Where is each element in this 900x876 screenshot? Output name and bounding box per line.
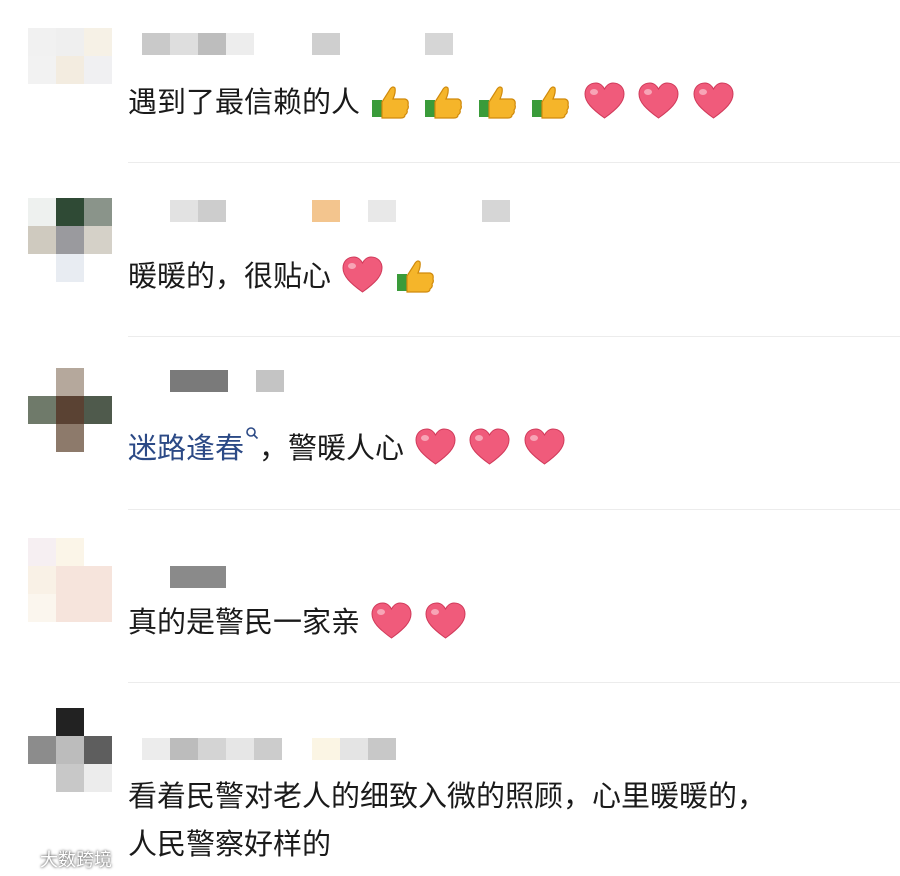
watermark: 大数跨境 (6, 846, 112, 872)
comment-text: 真的是警民一家亲 (128, 602, 468, 642)
username[interactable] (170, 200, 510, 222)
avatar[interactable] (28, 708, 114, 794)
emoji-row (360, 602, 468, 639)
heart-icon (371, 602, 412, 639)
username[interactable] (142, 738, 412, 760)
comment-text-content: 暖暖的，很贴心 (128, 259, 332, 293)
comment-text-content: 真的是警民一家亲 (128, 605, 361, 639)
username[interactable] (142, 33, 462, 55)
avatar[interactable] (28, 198, 114, 284)
heart-icon (342, 256, 383, 293)
heart-icon (584, 82, 625, 119)
thumbs-up-icon (425, 86, 463, 119)
comment-text-line: 看着民警对老人的细致入微的照顾，心里暖暖的， (128, 779, 767, 813)
heart-icon (638, 82, 679, 119)
heart-icon (524, 428, 565, 465)
comment-text: 看着民警对老人的细致入微的照顾，心里暖暖的， 人民警察好样的 (128, 776, 766, 864)
emoji-row (360, 82, 736, 119)
watermark-label: 大数跨境 (40, 850, 112, 871)
comment-text-content: ，警暖人心 (259, 431, 405, 465)
heart-icon (425, 602, 466, 639)
topic-link[interactable]: 迷路逢春 (128, 431, 244, 465)
thumbs-up-icon (372, 86, 410, 119)
comment-text: 迷路逢春 ，警暖人心 (128, 426, 567, 468)
comment-text-line: 人民警察好样的 (128, 827, 332, 861)
comment-text-content: 遇到了最信赖的人 (128, 85, 361, 119)
thumbs-up-icon (478, 86, 516, 119)
comment-text: 暖暖的，很贴心 (128, 256, 438, 296)
thumbs-up-icon (397, 260, 435, 293)
heart-icon (693, 82, 734, 119)
divider (128, 509, 900, 510)
brand-logo-icon (8, 851, 33, 868)
avatar[interactable] (28, 28, 114, 114)
username[interactable] (170, 370, 290, 392)
avatar[interactable] (28, 538, 114, 624)
search-icon[interactable] (245, 426, 259, 442)
username[interactable] (170, 566, 230, 588)
heart-icon (469, 428, 510, 465)
thumbs-up-icon (531, 86, 569, 119)
divider (128, 162, 900, 163)
heart-icon (415, 428, 456, 465)
divider (128, 682, 900, 683)
avatar[interactable] (28, 368, 114, 454)
emoji-row (404, 428, 567, 465)
comment-text: 遇到了最信赖的人 (128, 82, 736, 122)
divider (128, 336, 900, 337)
emoji-row (331, 256, 438, 293)
